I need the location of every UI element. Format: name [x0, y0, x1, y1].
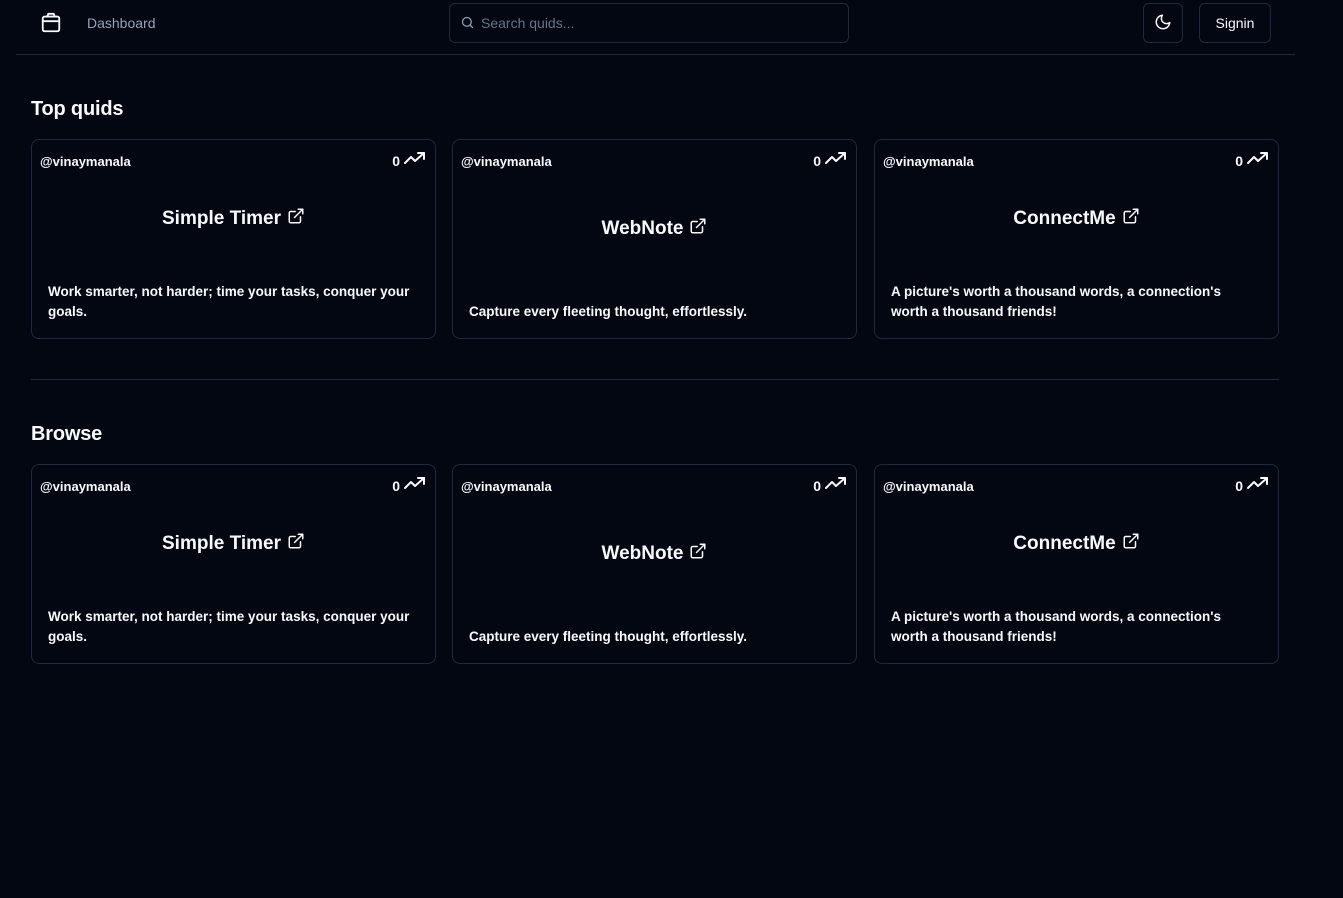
moon-icon [1154, 13, 1172, 34]
card-trend-stat: 0 [392, 476, 426, 495]
card-title: Simple Timer [162, 207, 281, 229]
card-trend-stat: 0 [1235, 476, 1269, 495]
card-author[interactable]: @vinaymanala [883, 154, 974, 169]
trend-count: 0 [1235, 152, 1243, 169]
card-description: Work smarter, not harder; time your task… [48, 284, 410, 319]
card-description: Capture every fleeting thought, effortle… [469, 629, 748, 644]
trend-count: 0 [1235, 477, 1243, 494]
card-author[interactable]: @vinaymanala [40, 479, 131, 494]
section-title-browse: Browse [31, 423, 103, 445]
trending-up-icon [404, 476, 426, 495]
external-link-icon [287, 532, 305, 555]
theme-toggle-button[interactable] [1143, 3, 1183, 43]
card-description: Work smarter, not harder; time your task… [48, 609, 410, 644]
card-title-link[interactable]: ConnectMe [875, 207, 1278, 230]
search-box[interactable] [449, 3, 849, 43]
card-title-link[interactable]: ConnectMe [875, 532, 1278, 555]
search-icon [460, 15, 475, 30]
card-title: ConnectMe [1013, 532, 1116, 554]
card-trend-stat: 0 [392, 151, 426, 170]
card-author[interactable]: @vinaymanala [883, 479, 974, 494]
card-author[interactable]: @vinaymanala [461, 479, 552, 494]
trend-count: 0 [813, 152, 821, 169]
card-description: A picture's worth a thousand words, a co… [891, 609, 1221, 644]
quid-card[interactable]: @vinaymanala 0 WebNote Capture every fleeti… [452, 139, 857, 339]
card-trend-stat: 0 [813, 151, 847, 170]
top-navbar: Dashboard Signin [16, 0, 1295, 55]
section-title-top-quids: Top quids [31, 98, 124, 120]
quid-card[interactable]: @vinaymanala 0 Simple Timer Work smarter, n… [31, 139, 436, 339]
signin-button[interactable]: Signin [1199, 3, 1271, 43]
package-icon[interactable] [40, 12, 62, 34]
external-link-icon [1122, 207, 1140, 230]
card-trend-stat: 0 [1235, 151, 1269, 170]
trending-up-icon [404, 151, 426, 170]
external-link-icon [689, 217, 707, 240]
card-title-link[interactable]: Simple Timer [32, 532, 435, 555]
quid-card[interactable]: @vinaymanala 0 ConnectMe A picture's worth … [874, 139, 1279, 339]
quid-card[interactable]: @vinaymanala 0 Simple Timer Work smarter, n… [31, 464, 436, 664]
card-trend-stat: 0 [813, 476, 847, 495]
external-link-icon [689, 542, 707, 565]
quid-card[interactable]: @vinaymanala 0 ConnectMe A picture's worth … [874, 464, 1279, 664]
external-link-icon [287, 207, 305, 230]
card-title-link[interactable]: WebNote [453, 542, 856, 565]
trending-up-icon [1247, 151, 1269, 170]
card-author[interactable]: @vinaymanala [461, 154, 552, 169]
card-author[interactable]: @vinaymanala [40, 154, 131, 169]
card-description: A picture's worth a thousand words, a co… [891, 284, 1221, 319]
trending-up-icon [825, 151, 847, 170]
trending-up-icon [1247, 476, 1269, 495]
card-title-link[interactable]: WebNote [453, 217, 856, 240]
nav-link-dashboard[interactable]: Dashboard [87, 15, 156, 31]
trend-count: 0 [813, 477, 821, 494]
external-link-icon [1122, 532, 1140, 555]
card-title: Simple Timer [162, 532, 281, 554]
card-title: ConnectMe [1013, 207, 1116, 229]
trending-up-icon [825, 476, 847, 495]
card-title: WebNote [601, 542, 684, 564]
section-divider [31, 379, 1279, 380]
trend-count: 0 [392, 152, 400, 169]
search-input[interactable] [481, 4, 836, 42]
card-title: WebNote [601, 217, 684, 239]
card-description: Capture every fleeting thought, effortle… [469, 304, 748, 319]
trend-count: 0 [392, 477, 400, 494]
card-title-link[interactable]: Simple Timer [32, 207, 435, 230]
quid-card[interactable]: @vinaymanala 0 WebNote Capture every fleeti… [452, 464, 857, 664]
